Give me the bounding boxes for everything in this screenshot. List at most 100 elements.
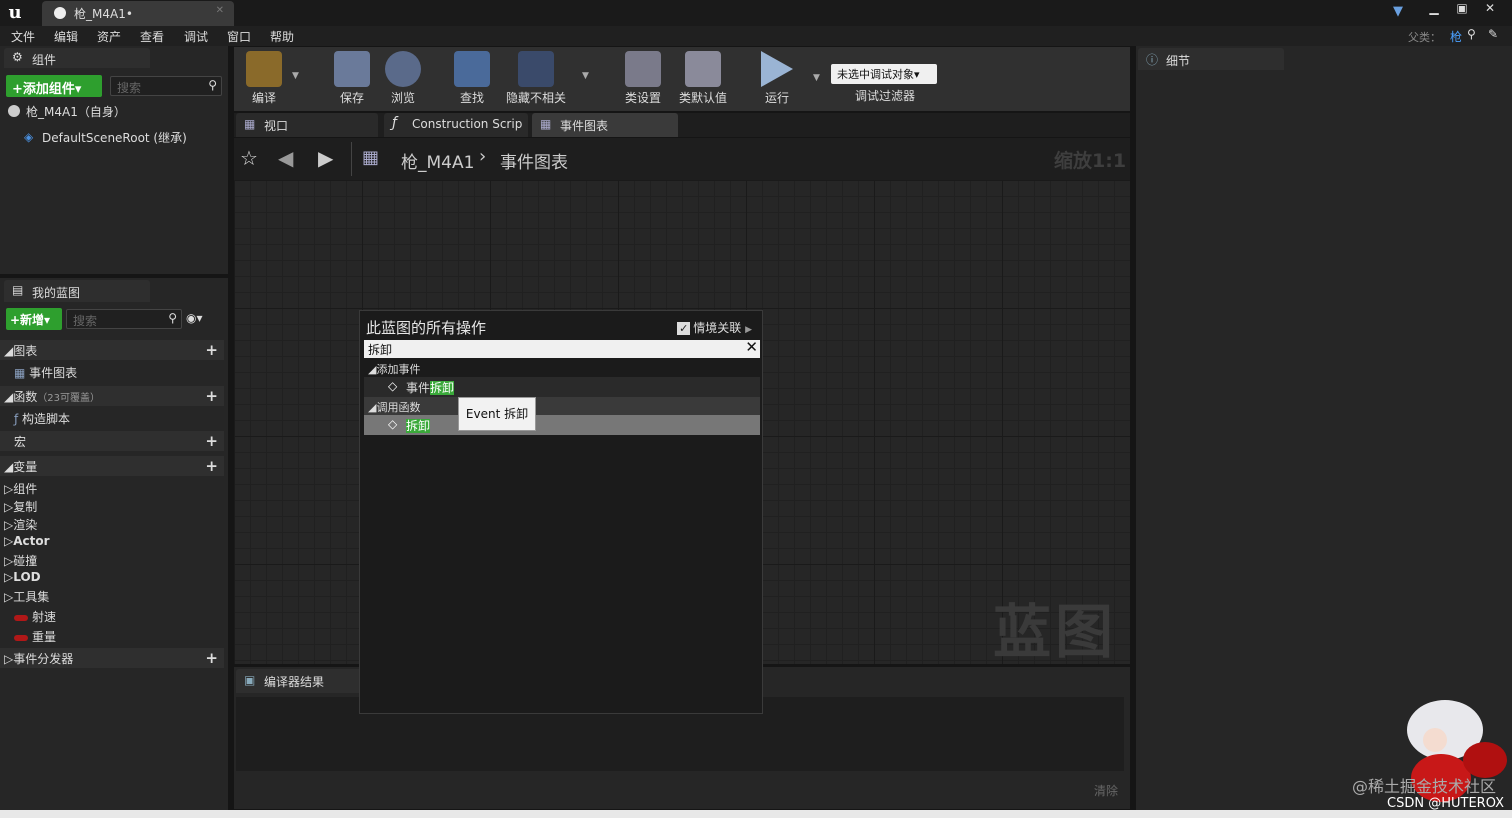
favorite-star-icon[interactable]: ☆ [240, 146, 258, 170]
compile-options-chevron-icon[interactable]: ▼ [292, 71, 299, 81]
close-window-button[interactable]: ✕ [1476, 0, 1504, 16]
add-new-button[interactable]: +新增▾ [6, 308, 62, 330]
action-event-highlight: 拆卸 [430, 381, 455, 395]
add-graph-icon[interactable]: + [205, 341, 218, 359]
maximize-button[interactable]: ▣ [1448, 0, 1476, 16]
blueprint-watermark: 蓝图 [992, 598, 1117, 666]
variable-item-fire-rate[interactable]: 射速 [0, 606, 224, 626]
add-function-icon[interactable]: + [205, 387, 218, 405]
function-item-construction[interactable]: ƒ 构造脚本 [0, 408, 224, 428]
tab-event-graph-label: 事件图表 [560, 119, 609, 133]
my-blueprint-search-input[interactable]: 搜索 ⚲ [66, 309, 182, 329]
document-tab[interactable]: 枪_M4A1• ✕ [42, 1, 234, 26]
expand-arrow-icon[interactable]: ▶ [745, 325, 752, 335]
var-group-toolset[interactable]: ▷工具集 [0, 586, 224, 604]
hide-unrelated-chevron-icon[interactable]: ▼ [582, 71, 589, 81]
menu-file[interactable]: 文件 [11, 28, 35, 45]
my-blueprint-panel: ▤ 我的蓝图 +新增▾ 搜索 ⚲ ◉▾ ◢图表 + ▦ 事件图表 ◢函数（23可覆… [0, 278, 228, 810]
action-call-highlight: 拆卸 [406, 419, 431, 433]
details-tab[interactable]: ⓘ 细节 [1138, 48, 1284, 70]
macros-category-label: 宏 [14, 435, 27, 449]
csdn-watermark: CSDN @HUTEROX [1387, 796, 1504, 811]
tab-viewport[interactable]: ▦ 视口 [236, 113, 378, 137]
play-options-chevron-icon[interactable]: ▼ [813, 73, 820, 83]
context-sensitive-toggle[interactable]: ✓ 情境关联 ▶ [677, 319, 752, 336]
class-settings-label: 类设置 [624, 91, 661, 105]
details-tab-label: 细节 [1166, 54, 1191, 68]
var-group-lod[interactable]: ▷LOD [0, 568, 224, 586]
components-tab[interactable]: ⚙ 组件 [4, 48, 150, 68]
play-button[interactable]: 运行 [747, 51, 807, 109]
compile-button[interactable]: 编译 [234, 51, 294, 109]
save-icon [334, 51, 370, 87]
menu-edit[interactable]: 编辑 [54, 28, 78, 45]
hide-unrelated-button[interactable]: 隐藏不相关 [500, 51, 572, 109]
category-call-function[interactable]: ◢调用函数 [364, 397, 760, 415]
compiler-icon: ▣ [244, 673, 256, 687]
var-group-components[interactable]: ▷组件 [0, 478, 224, 496]
clear-button[interactable]: 清除 [1094, 782, 1118, 799]
var-group-replication[interactable]: ▷复制 [0, 496, 224, 514]
view-options-eye-icon[interactable]: ◉▾ [186, 311, 203, 325]
compiler-results-tab-label: 编译器结果 [264, 675, 325, 689]
add-component-button[interactable]: +添加组件▾ [6, 75, 102, 97]
menu-asset[interactable]: 资产 [97, 28, 121, 45]
debug-object-select[interactable]: 未选中调试对象▾ [831, 64, 937, 84]
variable-item-weight[interactable]: 重量 [0, 626, 224, 646]
minimize-button[interactable]: ▁ [1420, 0, 1448, 16]
find-button[interactable]: 查找 [442, 51, 502, 109]
compile-icon [246, 51, 282, 87]
graphs-category[interactable]: ◢图表 + [0, 340, 224, 360]
class-settings-button[interactable]: 类设置 [613, 51, 673, 109]
macros-category[interactable]: 宏 + [0, 431, 224, 451]
compiler-results-tab[interactable]: ▣ 编译器结果 [236, 669, 362, 693]
tree-item-self[interactable]: 枪_M4A1（自身） [6, 103, 224, 123]
search-icon[interactable]: ⚲ [1467, 27, 1476, 41]
menu-help[interactable]: 帮助 [270, 28, 294, 45]
add-dispatcher-icon[interactable]: + [205, 649, 218, 667]
dispatchers-category[interactable]: ▷事件分发器 + [0, 648, 224, 668]
add-variable-icon[interactable]: + [205, 457, 218, 475]
parent-class-link[interactable]: 枪 [1450, 28, 1462, 45]
learn-icon[interactable]: ▼ [1393, 4, 1403, 19]
var-group-collision[interactable]: ▷碰撞 [0, 550, 224, 568]
tab-viewport-label: 视口 [264, 119, 289, 133]
play-icon [761, 51, 793, 87]
tree-item-root[interactable]: ◈ DefaultSceneRoot (继承) [24, 129, 224, 149]
checklist-icon [685, 51, 721, 87]
my-blueprint-tab-label: 我的蓝图 [32, 286, 81, 300]
graph-item-event-graph[interactable]: ▦ 事件图表 [0, 362, 224, 382]
action-event-disassemble[interactable]: ◇ 事件拆卸 [364, 377, 760, 397]
add-macro-icon[interactable]: + [205, 432, 218, 450]
actions-menu-popup: 此蓝图的所有操作 ✓ 情境关联 ▶ 拆卸 ✕ ◢添加事件 ◇ 事件拆卸 ◢调用函数 … [359, 310, 763, 714]
magnifier-icon [385, 51, 421, 87]
components-panel: ⚙ 组件 +添加组件▾ 搜索 ⚲ 枪_M4A1（自身） ◈ DefaultSce… [0, 46, 228, 274]
browse-button[interactable]: 浏览 [373, 51, 433, 109]
forward-arrow-icon[interactable]: ▶ [318, 146, 333, 170]
wrench-icon[interactable]: ✎ [1488, 27, 1498, 41]
var-group-rendering[interactable]: ▷渲染 [0, 514, 224, 532]
tab-event-graph[interactable]: ▦ 事件图表 [532, 113, 678, 137]
menu-view[interactable]: 查看 [140, 28, 164, 45]
back-arrow-icon[interactable]: ◀ [278, 146, 293, 170]
checkbox-checked-icon[interactable]: ✓ [677, 322, 691, 335]
menu-bar: 文件 编辑 资产 查看 调试 窗口 帮助 父类： 枪 ⚲ ✎ [0, 26, 1512, 46]
close-tab-icon[interactable]: ✕ [216, 5, 224, 16]
breadcrumb-root[interactable]: 枪_M4A1 [401, 148, 474, 173]
clear-search-icon[interactable]: ✕ [745, 338, 758, 356]
components-search-input[interactable]: 搜索 ⚲ [110, 76, 222, 96]
menu-window[interactable]: 窗口 [227, 28, 251, 45]
functions-category[interactable]: ◢函数（23可覆盖） + [0, 386, 224, 406]
class-defaults-button[interactable]: 类默认值 [673, 51, 733, 109]
actions-search-input[interactable]: 拆卸 ✕ [364, 338, 760, 358]
var-group-actor[interactable]: ▷Actor [0, 532, 224, 550]
variables-category[interactable]: ◢变量 + [0, 456, 224, 476]
tab-construction-script[interactable]: ƒ Construction Scrip [384, 113, 528, 137]
scene-root-icon: ◈ [24, 130, 34, 144]
action-call-disassemble[interactable]: ◇ 拆卸 [364, 415, 760, 435]
menu-debug[interactable]: 调试 [184, 28, 208, 45]
components-icon: ⚙ [12, 50, 23, 64]
graph-icon: ▦ [14, 366, 30, 380]
my-blueprint-tab[interactable]: ▤ 我的蓝图 [4, 280, 150, 302]
category-add-event[interactable]: ◢添加事件 [364, 359, 760, 377]
